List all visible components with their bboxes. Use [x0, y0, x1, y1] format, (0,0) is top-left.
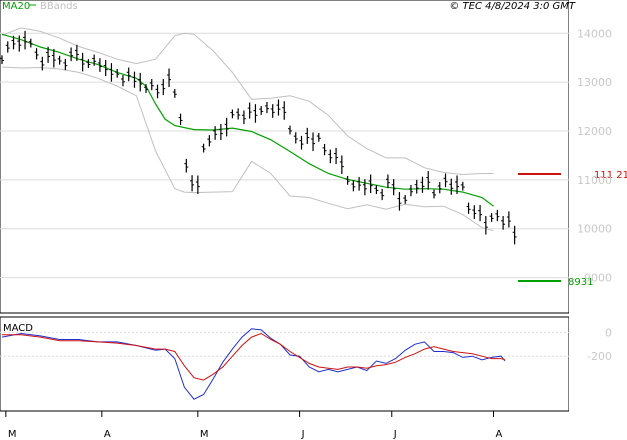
x-tick-label: M: [8, 429, 17, 440]
x-tick-label: A: [496, 429, 503, 440]
x-tick-label: A: [104, 429, 111, 440]
x-axis-labels: MAMJJA: [5, 411, 503, 440]
y-axis-area: [569, 0, 627, 440]
price-y-tick-label: 9000: [584, 272, 612, 285]
x-tick-label: J: [393, 429, 397, 440]
price-y-tick-label: 11000: [577, 174, 612, 187]
macd-panel: [0, 316, 570, 412]
macd-y-tick-label: 0: [605, 326, 612, 339]
price-y-tick-label: 12000: [577, 125, 612, 138]
price-y-tick-label: 13000: [577, 76, 612, 89]
legend-bbands: BBands: [40, 1, 78, 12]
copyright-label: © TEC 4/8/2024 3:0 GMT: [449, 1, 576, 12]
price-y-tick-label: 10000: [577, 223, 612, 236]
chart-stage: 111 21 8931 9000 10000 11000 12000 13000 14000…: [0, 0, 627, 440]
price-panel: [0, 0, 570, 314]
x-tick-label: M: [200, 429, 209, 440]
legend-ma20: MA20: [2, 1, 30, 12]
macd-title: MACD: [3, 323, 33, 334]
x-tick-label: J: [301, 429, 305, 440]
price-chart-svg: 111 218931 90001000011000120001300014000…: [0, 0, 627, 440]
price-y-tick-label: 14000: [577, 27, 612, 40]
macd-y-tick-label: -200: [587, 350, 612, 363]
